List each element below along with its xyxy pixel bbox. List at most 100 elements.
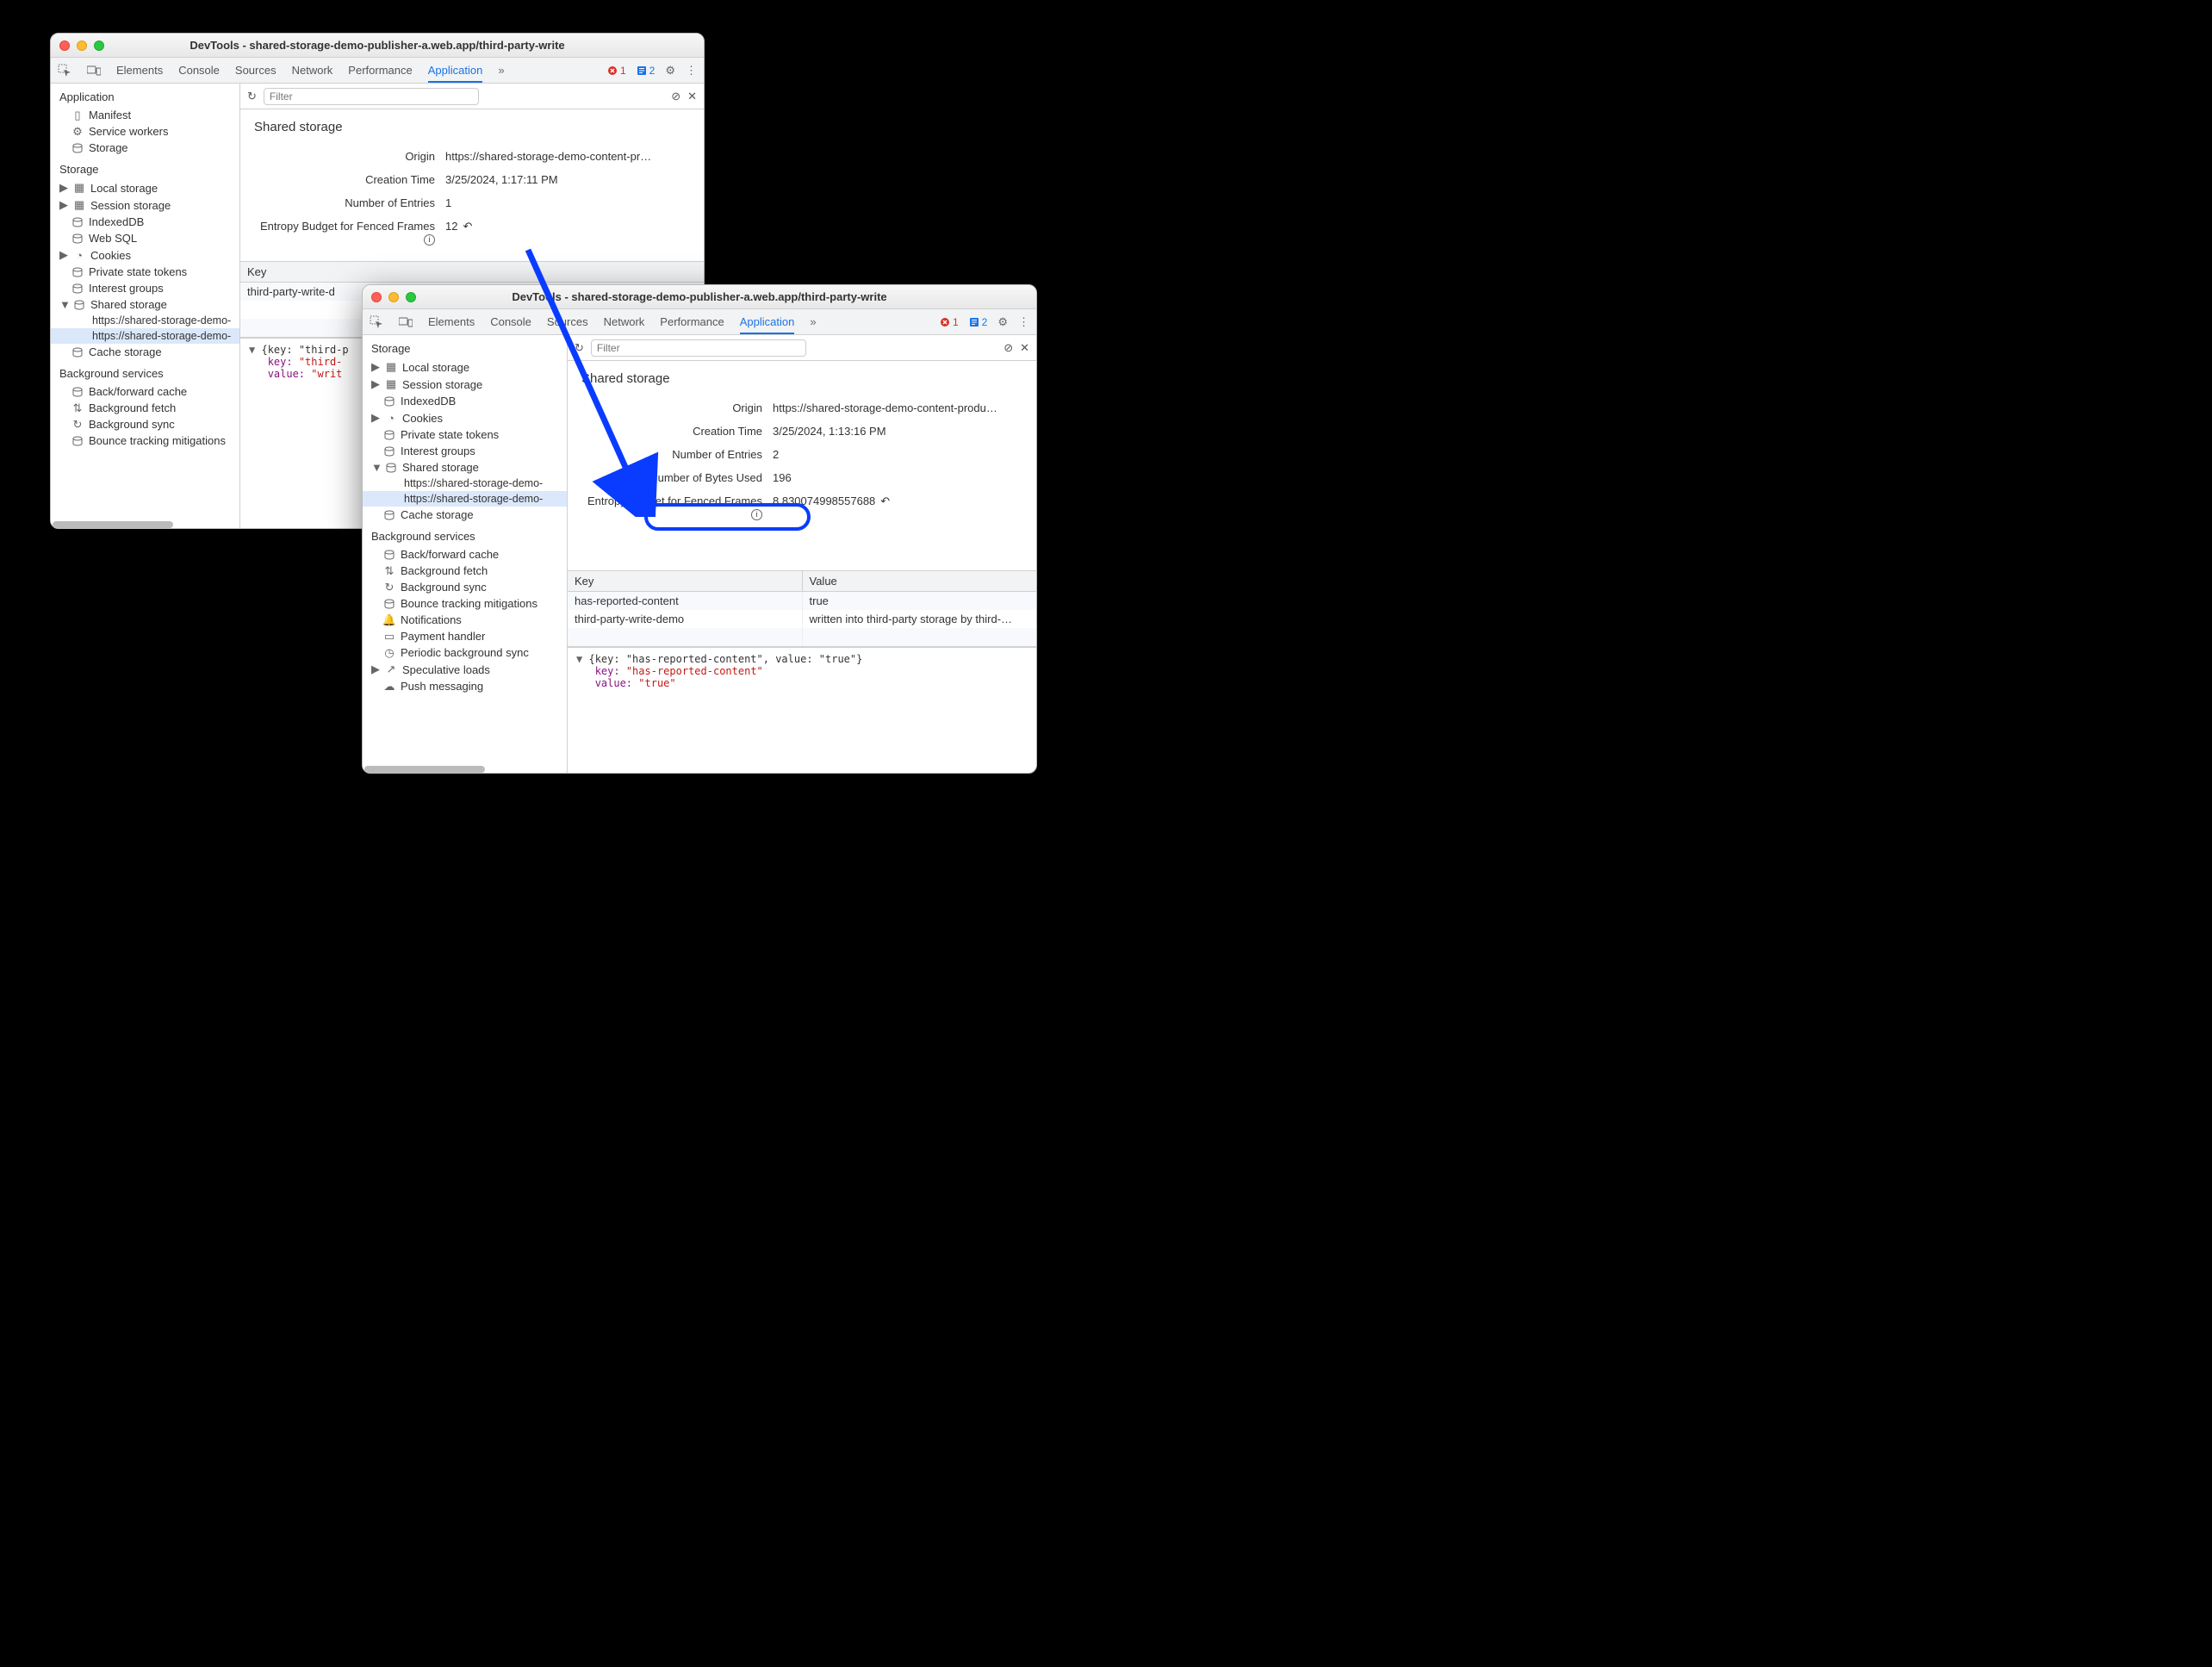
- more-tabs-icon[interactable]: »: [498, 64, 504, 77]
- sidebar-item-origin-1[interactable]: https://shared-storage-demo-: [51, 313, 239, 328]
- disclosure-triangle-icon[interactable]: ▼: [371, 461, 380, 474]
- sidebar-item-shared-storage[interactable]: ▼Shared storage: [51, 296, 239, 313]
- kebab-icon[interactable]: ⋮: [686, 64, 697, 78]
- horizontal-scrollbar[interactable]: [364, 766, 485, 773]
- sidebar-item-background-sync[interactable]: ↻Background sync: [363, 579, 567, 595]
- info-icon[interactable]: i: [424, 234, 435, 246]
- kebab-icon[interactable]: ⋮: [1018, 315, 1029, 329]
- sidebar-item-background-sync[interactable]: ↻Background sync: [51, 416, 239, 432]
- window-title: DevTools - shared-storage-demo-publisher…: [363, 290, 1036, 303]
- sidebar-item-periodic-sync[interactable]: ◷Periodic background sync: [363, 644, 567, 661]
- tab-elements[interactable]: Elements: [116, 64, 163, 77]
- disclosure-triangle-icon[interactable]: ▼: [249, 344, 255, 356]
- sidebar-item-session-storage[interactable]: ▶▦Session storage: [51, 196, 239, 214]
- sidebar-item-indexeddb[interactable]: IndexedDB: [51, 214, 239, 230]
- undo-icon[interactable]: ↶: [880, 495, 890, 508]
- disclosure-triangle-icon[interactable]: ▼: [59, 298, 68, 311]
- sidebar-item-cache-storage[interactable]: Cache storage: [363, 507, 567, 523]
- sidebar-item-origin-1[interactable]: https://shared-storage-demo-: [363, 476, 567, 491]
- settings-icon[interactable]: ⚙: [997, 315, 1008, 329]
- undo-icon[interactable]: ↶: [463, 220, 472, 233]
- disclosure-triangle-icon[interactable]: ▼: [576, 653, 582, 665]
- disclosure-triangle-icon[interactable]: ▶: [371, 411, 380, 425]
- table-row[interactable]: third-party-write-demowritten into third…: [568, 610, 1036, 628]
- settings-icon[interactable]: ⚙: [665, 64, 675, 78]
- sidebar-item-interest-groups[interactable]: Interest groups: [51, 280, 239, 296]
- table-row[interactable]: has-reported-contenttrue: [568, 592, 1036, 611]
- disclosure-triangle-icon[interactable]: ▶: [371, 662, 380, 676]
- sidebar-item-back-forward-cache[interactable]: Back/forward cache: [51, 383, 239, 400]
- tab-console[interactable]: Console: [178, 64, 220, 77]
- sidebar-item-cookies[interactable]: ▶◔Cookies: [363, 409, 567, 426]
- tab-application[interactable]: Application: [428, 64, 483, 83]
- info-badge[interactable]: 2: [969, 316, 988, 328]
- sidebar-item-push-messaging[interactable]: ☁Push messaging: [363, 678, 567, 694]
- tab-elements[interactable]: Elements: [428, 315, 475, 328]
- disclosure-triangle-icon[interactable]: ▶: [371, 377, 380, 391]
- sidebar-item-local-storage[interactable]: ▶▦Local storage: [51, 179, 239, 196]
- sidebar-item-background-fetch[interactable]: ⇅Background fetch: [363, 563, 567, 579]
- disclosure-triangle-icon[interactable]: ▶: [371, 360, 380, 374]
- info-icon[interactable]: i: [751, 509, 762, 520]
- sidebar-item-cookies[interactable]: ▶◔Cookies: [51, 246, 239, 264]
- sidebar-item-indexeddb[interactable]: IndexedDB: [363, 393, 567, 409]
- sidebar-item-payment-handler[interactable]: ▭Payment handler: [363, 628, 567, 644]
- disclosure-triangle-icon[interactable]: ▶: [59, 248, 68, 262]
- inspect-icon[interactable]: [370, 315, 383, 329]
- sidebar-item-manifest[interactable]: ▯Manifest: [51, 107, 239, 123]
- card-icon: ▭: [383, 631, 395, 643]
- refresh-icon[interactable]: ↻: [247, 90, 257, 103]
- error-badge[interactable]: 1: [940, 316, 959, 328]
- sidebar-item-service-workers[interactable]: ⚙Service workers: [51, 123, 239, 140]
- database-icon: [71, 142, 84, 154]
- filter-input[interactable]: [264, 88, 479, 105]
- sidebar-item-private-state-tokens[interactable]: Private state tokens: [51, 264, 239, 280]
- more-tabs-icon[interactable]: »: [810, 315, 816, 328]
- error-badge[interactable]: 1: [607, 65, 626, 77]
- sidebar-item-local-storage[interactable]: ▶▦Local storage: [363, 358, 567, 376]
- sidebar-item-origin-2[interactable]: https://shared-storage-demo-: [51, 328, 239, 344]
- tab-network[interactable]: Network: [604, 315, 645, 328]
- col-key[interactable]: Key: [568, 571, 802, 592]
- titlebar[interactable]: DevTools - shared-storage-demo-publisher…: [363, 285, 1036, 309]
- close-icon[interactable]: ✕: [687, 90, 697, 103]
- tab-sources[interactable]: Sources: [547, 315, 588, 328]
- col-value[interactable]: Value: [802, 571, 1036, 592]
- clear-icon[interactable]: ⊘: [1003, 341, 1013, 355]
- clock-icon: ◷: [383, 647, 395, 659]
- sidebar-item-origin-2[interactable]: https://shared-storage-demo-: [363, 491, 567, 507]
- sidebar-item-interest-groups[interactable]: Interest groups: [363, 443, 567, 459]
- col-key[interactable]: Key: [240, 262, 704, 283]
- tab-sources[interactable]: Sources: [235, 64, 276, 77]
- disclosure-triangle-icon[interactable]: ▶: [59, 181, 68, 195]
- tab-performance[interactable]: Performance: [348, 64, 412, 77]
- sidebar-item-notifications[interactable]: 🔔Notifications: [363, 612, 567, 628]
- window-title: DevTools - shared-storage-demo-publisher…: [51, 39, 704, 52]
- disclosure-triangle-icon[interactable]: ▶: [59, 198, 68, 212]
- tab-performance[interactable]: Performance: [660, 315, 724, 328]
- horizontal-scrollbar[interactable]: [53, 521, 173, 528]
- sidebar-item-background-fetch[interactable]: ⇅Background fetch: [51, 400, 239, 416]
- sidebar-item-private-state-tokens[interactable]: Private state tokens: [363, 426, 567, 443]
- close-icon[interactable]: ✕: [1020, 341, 1029, 355]
- device-icon[interactable]: [399, 317, 413, 327]
- sidebar-item-bounce-tracking[interactable]: Bounce tracking mitigations: [51, 432, 239, 449]
- clear-icon[interactable]: ⊘: [671, 90, 680, 103]
- refresh-icon[interactable]: ↻: [575, 341, 584, 355]
- info-badge[interactable]: 2: [637, 65, 656, 77]
- filter-input[interactable]: [591, 339, 806, 357]
- sidebar-item-bounce-tracking[interactable]: Bounce tracking mitigations: [363, 595, 567, 612]
- tab-network[interactable]: Network: [292, 64, 333, 77]
- sidebar-item-websql[interactable]: Web SQL: [51, 230, 239, 246]
- sidebar-item-shared-storage[interactable]: ▼Shared storage: [363, 459, 567, 476]
- sidebar-item-cache-storage[interactable]: Cache storage: [51, 344, 239, 360]
- sidebar-item-session-storage[interactable]: ▶▦Session storage: [363, 376, 567, 393]
- device-icon[interactable]: [87, 65, 101, 76]
- tab-application[interactable]: Application: [740, 315, 795, 334]
- sidebar-item-back-forward-cache[interactable]: Back/forward cache: [363, 546, 567, 563]
- sidebar-item-speculative-loads[interactable]: ▶↗Speculative loads: [363, 661, 567, 678]
- titlebar[interactable]: DevTools - shared-storage-demo-publisher…: [51, 34, 704, 58]
- sidebar-item-storage[interactable]: Storage: [51, 140, 239, 156]
- tab-console[interactable]: Console: [490, 315, 531, 328]
- inspect-icon[interactable]: [58, 64, 71, 78]
